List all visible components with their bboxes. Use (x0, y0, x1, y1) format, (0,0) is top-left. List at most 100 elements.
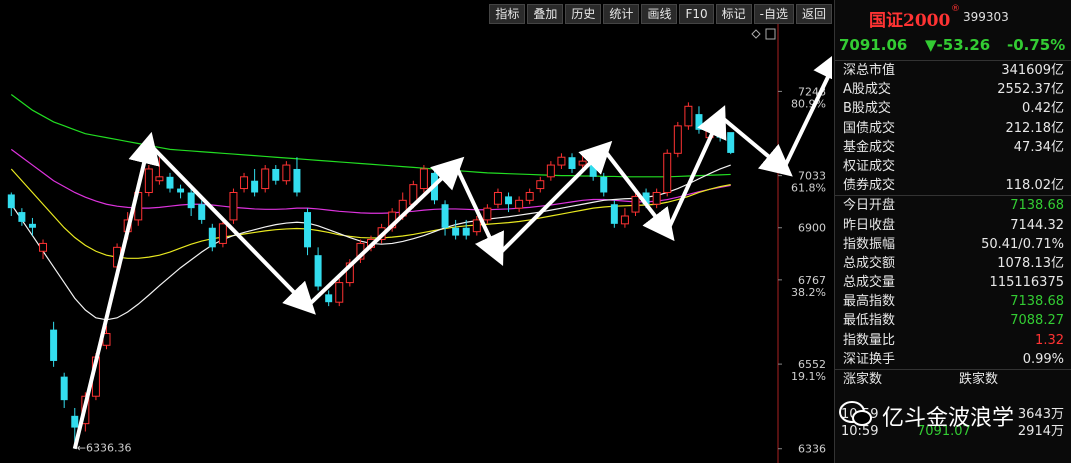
wave-arrow (781, 48, 832, 170)
candle-body (578, 160, 587, 166)
remove-watchlist-button[interactable]: -自选 (753, 4, 794, 24)
candle-body (155, 176, 164, 182)
index-stat-value: 115116375 (989, 275, 1064, 291)
candle-body (610, 204, 618, 224)
up-count-label: 涨家数 (843, 372, 883, 387)
history-button[interactable]: 历史 (565, 4, 602, 24)
market-stat-label: 国债成交 (843, 120, 896, 136)
back-button[interactable]: 返回 (795, 4, 832, 24)
candle-body (472, 219, 481, 233)
statistics-button[interactable]: 统计 (603, 4, 640, 24)
candle-body (314, 255, 322, 287)
percent-tick-label: 80.9% (791, 97, 826, 110)
candlestick-chart[interactable]: 72487033690067676552633680.9%61.8%38.2%1… (0, 0, 832, 463)
candle-body (673, 125, 682, 154)
market-stat-row: 深总市值 341609亿 (835, 61, 1071, 80)
index-stat-label: 昨日收盘 (843, 217, 896, 233)
candle-body (218, 223, 227, 244)
market-stat-value: 212.18亿 (1005, 120, 1065, 136)
index-stats: 今日开盘 7138.68 昨日收盘 7144.32 指数振幅 50.41/0.71% 总成交… (835, 195, 1071, 369)
market-stat-label: A股成交 (843, 82, 891, 98)
candle-body (198, 204, 206, 220)
market-stat-row: A股成交 2552.37亿 (835, 80, 1071, 99)
index-name: 国证2000 (869, 11, 951, 31)
index-stat-value: 7088.27 (1010, 313, 1064, 329)
candle-body (28, 223, 36, 228)
index-stat-label: 最低指数 (843, 313, 896, 329)
low-price-label: ←6336.36 (77, 442, 132, 455)
market-stat-label: 权证成交 (843, 158, 896, 174)
candle-body (631, 195, 640, 213)
price-change-pct: -0.75% (1007, 36, 1066, 54)
market-stat-row: 权证成交 (835, 157, 1071, 176)
indicator-button[interactable]: 指标 (489, 4, 526, 24)
down-count-label: 跌家数 (959, 372, 999, 387)
registered-mark-icon: ® (951, 4, 960, 14)
candle-body (208, 227, 216, 248)
candle-body (684, 105, 693, 127)
percent-tick-label: 61.8% (791, 182, 826, 195)
overlay-button[interactable]: 叠加 (527, 4, 564, 24)
index-stat-value: 7138.68 (1010, 294, 1064, 310)
quote-panel: 国证2000 ® 399303 7091.06 ▼-53.26 -0.75% 深… (834, 0, 1071, 463)
index-stat-label: 总成交量 (843, 275, 896, 291)
market-stat-value: 341609亿 (1001, 63, 1064, 78)
candle-body (272, 168, 280, 181)
index-stat-label: 最高指数 (843, 294, 896, 310)
candle-body (536, 180, 545, 190)
candle-body (335, 282, 344, 303)
index-stat-row: 今日开盘 7138.68 (835, 196, 1071, 215)
chart-area[interactable]: 7248 7033 6900 6767 6552 6336 80.9% 61.8% 38.2% 1… (0, 0, 832, 463)
index-stat-row: 总成交量 115116375 (835, 273, 1071, 292)
index-stat-row: 指数量比 1.32 (835, 331, 1071, 350)
panel-header: 国证2000 ® 399303 (835, 0, 1071, 31)
candle-body (483, 207, 492, 221)
market-stat-label: 深总市值 (843, 63, 896, 78)
f10-button[interactable]: F10 (679, 4, 714, 24)
index-stat-value: 0.99% (1022, 351, 1064, 367)
candle-body (441, 204, 449, 228)
market-stat-value: 0.42亿 (1022, 101, 1064, 117)
index-stat-value: 50.41/0.71% (981, 236, 1064, 252)
market-stat-label: 债券成交 (843, 178, 896, 194)
candle-body (505, 196, 513, 205)
candle-body (652, 191, 661, 205)
candle-body (166, 176, 174, 189)
price-tick-label: 6900 (798, 222, 826, 235)
candle-body (177, 188, 185, 193)
mark-button[interactable]: 标记 (715, 4, 752, 24)
candle-body (600, 176, 608, 193)
market-stat-row: 债券成交 118.02亿 (835, 176, 1071, 195)
price-tick-label: 6336 (798, 443, 826, 456)
updown-header: 涨家数 跌家数 (835, 369, 1071, 389)
index-stat-value: 1078.13亿 (997, 255, 1064, 271)
candle-body (452, 227, 460, 236)
candle-body (187, 192, 195, 209)
candle-body (620, 215, 629, 225)
index-stat-label: 指数量比 (843, 332, 896, 348)
percent-tick-label: 19.1% (791, 370, 826, 383)
chart-toolbar: 指标 叠加 历史 统计 画线 F10 标记 -自选 返回 (489, 4, 832, 24)
candle-body (240, 176, 249, 190)
market-stat-row: 国债成交 212.18亿 (835, 119, 1071, 138)
wechat-logo-icon (839, 401, 872, 426)
index-stat-value: 7138.68 (1010, 198, 1064, 214)
candle-body (293, 168, 301, 193)
market-stats: 深总市值 341609亿 A股成交 2552.37亿 B股成交 0.42亿国债成交 212.… (835, 61, 1071, 195)
candle-body (663, 152, 672, 193)
candle-body (7, 194, 15, 209)
candle-body (71, 415, 79, 428)
market-stat-label: B股成交 (843, 101, 891, 117)
draw-line-button[interactable]: 画线 (641, 4, 678, 24)
candle-body (251, 180, 259, 193)
candle-body (716, 125, 724, 138)
candle-body (419, 168, 428, 190)
market-stat-row: B股成交 0.42亿 (835, 99, 1071, 118)
watermark-text: 亿斗金波浪学 (882, 406, 1015, 431)
market-stat-value: 118.02亿 (1005, 178, 1065, 194)
index-stat-label: 总成交额 (843, 255, 896, 271)
index-stat-label: 深证换手 (843, 351, 896, 367)
quote-row: 7091.06 ▼-53.26 -0.75% (835, 30, 1071, 61)
index-stat-value: 1.32 (1035, 332, 1064, 348)
candle-body (589, 165, 597, 177)
